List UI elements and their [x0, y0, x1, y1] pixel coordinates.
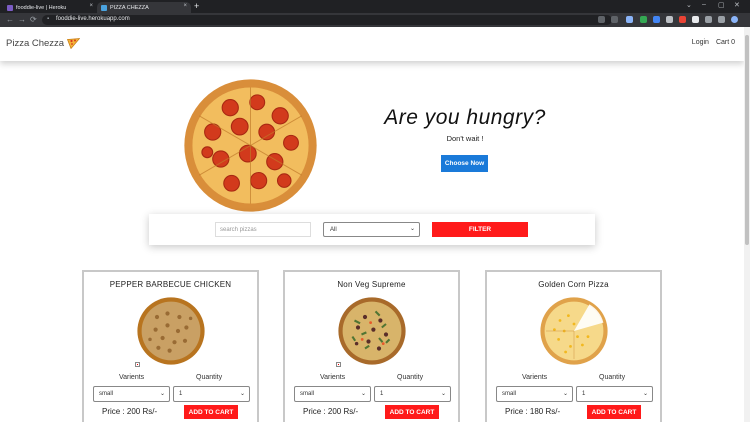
tab-title: PIZZA CHEZZA [110, 4, 149, 11]
minimize-icon[interactable]: – [702, 1, 706, 8]
nav-links: Login Cart 0 [692, 39, 735, 46]
window-close-icon[interactable]: ✕ [734, 1, 740, 9]
broken-image-icon [336, 362, 341, 367]
chevron-down-icon: ⌄ [360, 391, 366, 397]
new-tab-icon[interactable]: + [194, 1, 199, 11]
pizza-name: PEPPER BARBECUE CHICKEN [109, 280, 232, 289]
variants-label: Varients [320, 374, 346, 381]
brand-logo[interactable]: Pizza Chezza [6, 38, 81, 49]
category-select[interactable]: All ⌄ [323, 222, 420, 237]
chevron-down-icon: ⌄ [409, 226, 415, 232]
quantity-select-value: 1 [582, 391, 586, 397]
reload-icon[interactable]: ⟳ [30, 15, 37, 24]
extension-icon[interactable] [640, 16, 647, 23]
pizza-image [540, 297, 608, 365]
browser-tab-bar: fooddie-live | Heroku × PIZZA CHEZZA × +… [0, 0, 750, 13]
pizza-name: Non Veg Supreme [337, 280, 406, 289]
pizza-card: PEPPER BARBECUE CHICKEN Varients Quantit… [82, 270, 259, 422]
extension-icon[interactable] [679, 16, 686, 23]
pizza-price: Price : 180 Rs/- [505, 407, 561, 416]
pizza-card: Golden Corn Pizza Varients Quantity smal… [485, 270, 662, 422]
page-scrollbar[interactable] [744, 27, 750, 422]
extension-icon[interactable] [692, 16, 699, 23]
login-link[interactable]: Login [692, 39, 709, 46]
hero-title: Are you hungry? [384, 106, 546, 129]
back-icon[interactable]: ← [6, 15, 14, 24]
pizza-card: Non Veg Supreme Varients Quantity small … [283, 270, 460, 422]
chevron-down-icon: ⌄ [562, 391, 568, 397]
bookmark-star-icon[interactable] [611, 16, 618, 23]
variants-label: Varients [119, 374, 145, 381]
pizza-name: Golden Corn Pizza [538, 280, 609, 289]
pizza-favicon-icon [101, 4, 107, 11]
browser-tab-heroku[interactable]: fooddie-live | Heroku × [3, 2, 97, 13]
variant-select-value: small [300, 391, 315, 397]
broken-image-icon [135, 362, 140, 367]
variant-select[interactable]: small ⌄ [496, 386, 573, 402]
quantity-select-value: 1 [179, 391, 183, 397]
variant-select-value: small [502, 391, 517, 397]
forward-icon[interactable]: → [18, 15, 26, 24]
quantity-label: Quantity [196, 374, 223, 381]
share-icon[interactable] [598, 16, 605, 23]
pizza-price: Price : 200 Rs/- [303, 407, 359, 416]
add-to-cart-button[interactable]: ADD TO CART [184, 405, 238, 419]
variant-select-value: small [99, 391, 114, 397]
sidebar-icon[interactable] [718, 16, 725, 23]
site-navbar: Pizza Chezza Login Cart 0 [0, 27, 744, 61]
brand-name: Pizza Chezza [6, 38, 65, 49]
search-input[interactable]: search pizzas [215, 222, 311, 237]
chevron-down-icon: ⌄ [440, 391, 446, 397]
pizza-price: Price : 200 Rs/- [102, 407, 158, 416]
quantity-label: Quantity [599, 374, 626, 381]
scrollbar-thumb[interactable] [745, 35, 749, 245]
quantity-select[interactable]: 1 ⌄ [374, 386, 451, 402]
filter-button[interactable]: FILTER [432, 222, 528, 237]
filter-bar: search pizzas All ⌄ FILTER [149, 214, 595, 245]
close-icon[interactable]: × [89, 3, 93, 9]
hero-pizza-image [184, 79, 317, 212]
browser-toolbar: ← → ⟳ ▪ fooddie-live.herokuapp.com [0, 13, 750, 27]
add-to-cart-button[interactable]: ADD TO CART [587, 405, 641, 419]
quantity-label: Quantity [397, 374, 424, 381]
choose-now-button[interactable]: Choose Now [441, 155, 488, 172]
browser-tab-pizza[interactable]: PIZZA CHEZZA × [97, 2, 191, 13]
heroku-favicon-icon [7, 4, 13, 11]
cart-link[interactable]: Cart 0 [716, 39, 735, 46]
tab-search-icon[interactable]: ⌄ [686, 1, 692, 9]
variants-label: Varients [522, 374, 548, 381]
variant-select[interactable]: small ⌄ [294, 386, 371, 402]
variant-select[interactable]: small ⌄ [93, 386, 170, 402]
hero-subtitle: Don't wait ! [446, 134, 484, 143]
pizza-slice-icon [67, 38, 81, 49]
chevron-down-icon: ⌄ [642, 391, 648, 397]
extension-icon[interactable] [626, 16, 633, 23]
quantity-select[interactable]: 1 ⌄ [576, 386, 653, 402]
extension-icon[interactable] [653, 16, 660, 23]
chevron-down-icon: ⌄ [159, 391, 165, 397]
category-select-value: All [330, 226, 337, 233]
lock-icon: ▪ [47, 16, 50, 22]
quantity-select[interactable]: 1 ⌄ [173, 386, 250, 402]
pizza-image [338, 297, 406, 365]
extension-icon[interactable] [666, 16, 673, 23]
tab-title: fooddie-live | Heroku [16, 4, 67, 11]
page-viewport: Pizza Chezza Login Cart 0 Are you hungry… [0, 27, 744, 422]
address-bar[interactable]: ▪ fooddie-live.herokuapp.com [42, 15, 612, 25]
pizza-image [137, 297, 205, 365]
extensions-puzzle-icon[interactable] [705, 16, 712, 23]
url-text: fooddie-live.herokuapp.com [56, 16, 130, 22]
chevron-down-icon: ⌄ [239, 391, 245, 397]
quantity-select-value: 1 [380, 391, 384, 397]
add-to-cart-button[interactable]: ADD TO CART [385, 405, 439, 419]
maximize-icon[interactable]: ▢ [718, 1, 725, 9]
close-icon[interactable]: × [183, 3, 187, 9]
profile-avatar-icon[interactable] [731, 16, 738, 23]
